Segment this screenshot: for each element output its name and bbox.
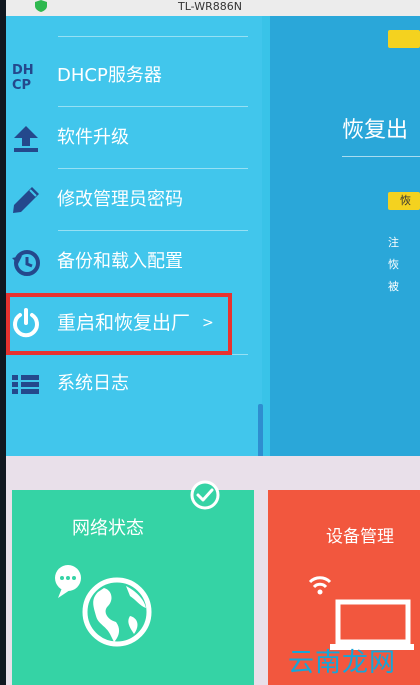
menu-item-system-log[interactable]: 系统日志 xyxy=(0,359,262,409)
status-tag: 恢 xyxy=(388,192,420,210)
list-icon xyxy=(12,375,39,394)
card-title: 网络状态 xyxy=(72,518,144,539)
panel-heading: 恢复出 xyxy=(342,118,409,143)
svg-text:DH: DH xyxy=(12,63,34,78)
panel-text-line: 注 xyxy=(388,236,399,249)
panel-text-line: 被 xyxy=(388,280,399,293)
detail-panel: 恢复出 恢 注 恢 被 xyxy=(270,16,420,456)
status-tag xyxy=(388,30,420,48)
dhcp-icon: DH CP xyxy=(12,63,34,92)
menu-item-dhcp-server[interactable]: DH CP DHCP服务器 xyxy=(0,51,262,101)
menu-item-firmware-upgrade[interactable]: 软件升级 xyxy=(0,113,262,163)
network-status-card[interactable]: 网络状态 xyxy=(12,490,254,685)
status-tag-text: 恢 xyxy=(400,194,411,207)
menu-item-label: 软件升级 xyxy=(57,127,129,148)
globe-icon xyxy=(55,565,152,647)
window-title: TL-WR886N xyxy=(178,0,242,13)
menu-item-label: 系统日志 xyxy=(57,373,129,394)
upload-icon xyxy=(14,126,38,152)
highlight-annotation xyxy=(6,293,232,355)
panel-divider xyxy=(342,156,420,157)
menu-item-label: 修改管理员密码 xyxy=(57,189,183,210)
menu-item-label: DHCP服务器 xyxy=(57,65,162,86)
history-icon xyxy=(12,250,40,276)
menu-divider xyxy=(58,36,248,37)
menu-item-backup-restore-config[interactable]: 备份和载入配置 xyxy=(0,237,262,287)
laptop-wifi-icon xyxy=(308,576,414,650)
svg-text:CP: CP xyxy=(12,78,31,92)
menu-divider xyxy=(58,230,248,231)
panel-text-line: 恢 xyxy=(388,258,399,271)
menu-item-label: 备份和载入配置 xyxy=(57,251,183,272)
menu-divider xyxy=(58,168,248,169)
menu-divider xyxy=(58,106,248,107)
router-app-screen: TL-WR886N DH CP DHCP服务器 软件升级 修改管理员密码 备份和… xyxy=(0,0,420,685)
menu-item-change-admin-password[interactable]: 修改管理员密码 xyxy=(0,175,262,225)
check-circle-icon xyxy=(190,480,220,510)
watermark: 云南龙网 xyxy=(288,648,397,678)
device-bezel xyxy=(0,0,6,685)
card-title: 设备管理 xyxy=(326,527,394,547)
pencil-icon xyxy=(13,187,39,213)
title-bar: TL-WR886N xyxy=(0,0,420,16)
settings-menu: DH CP DHCP服务器 软件升级 修改管理员密码 备份和载入配置 重启和恢复… xyxy=(0,16,262,456)
